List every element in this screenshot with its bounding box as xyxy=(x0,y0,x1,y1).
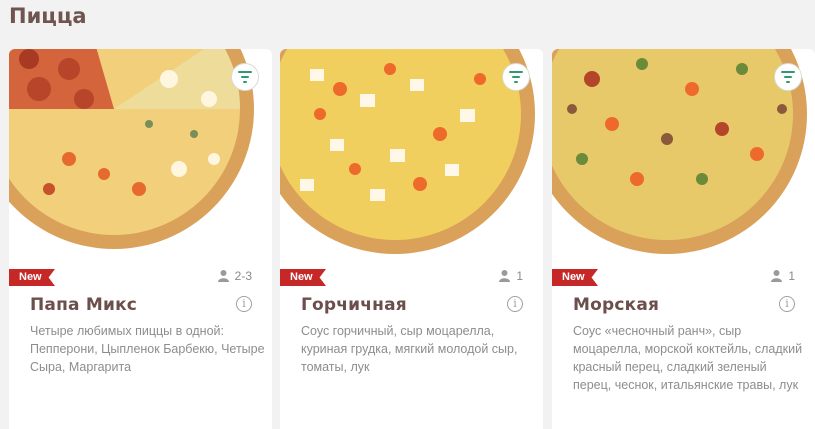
filter-icon xyxy=(509,71,523,83)
persons-value: 2-3 xyxy=(234,269,252,283)
person-icon xyxy=(217,270,229,282)
persons-value: 1 xyxy=(788,269,795,283)
product-description: Четыре любимых пиццы в одной: Пепперони,… xyxy=(30,324,265,374)
person-icon xyxy=(771,270,783,282)
info-icon[interactable]: i xyxy=(779,296,795,312)
section-title: Пицца xyxy=(9,4,87,28)
persons-value: 1 xyxy=(516,269,523,283)
filter-icon xyxy=(781,71,795,83)
persons-count: 1 xyxy=(771,269,795,283)
filter-button[interactable] xyxy=(231,63,259,91)
product-card-morskaya[interactable]: New 1 Морская i Соус «чесночный ранч», с… xyxy=(552,49,815,429)
filter-button[interactable] xyxy=(774,63,802,91)
product-name[interactable]: Папа Микс xyxy=(30,295,137,315)
product-card-papa-mix[interactable]: New 2-3 Папа Микс i Четыре любимых пиццы… xyxy=(9,49,272,429)
new-badge: New xyxy=(280,269,326,286)
persons-count: 1 xyxy=(499,269,523,283)
filter-icon xyxy=(238,71,252,83)
person-icon xyxy=(499,270,511,282)
product-name[interactable]: Морская xyxy=(573,295,659,315)
product-name[interactable]: Горчичная xyxy=(301,295,407,315)
product-description: Соус «чесночный ранч», сыр моцарелла, мо… xyxy=(573,324,803,392)
info-icon[interactable]: i xyxy=(507,296,523,312)
persons-count: 2-3 xyxy=(217,269,252,283)
filter-button[interactable] xyxy=(502,63,530,91)
new-badge: New xyxy=(552,269,598,286)
product-description: Соус горчичный, сыр моцарелла, куриная г… xyxy=(301,324,518,374)
product-card-gorchichnaya[interactable]: New 1 Горчичная i Соус горчичный, сыр мо… xyxy=(280,49,543,429)
new-badge: New xyxy=(9,269,55,286)
info-icon[interactable]: i xyxy=(236,296,252,312)
